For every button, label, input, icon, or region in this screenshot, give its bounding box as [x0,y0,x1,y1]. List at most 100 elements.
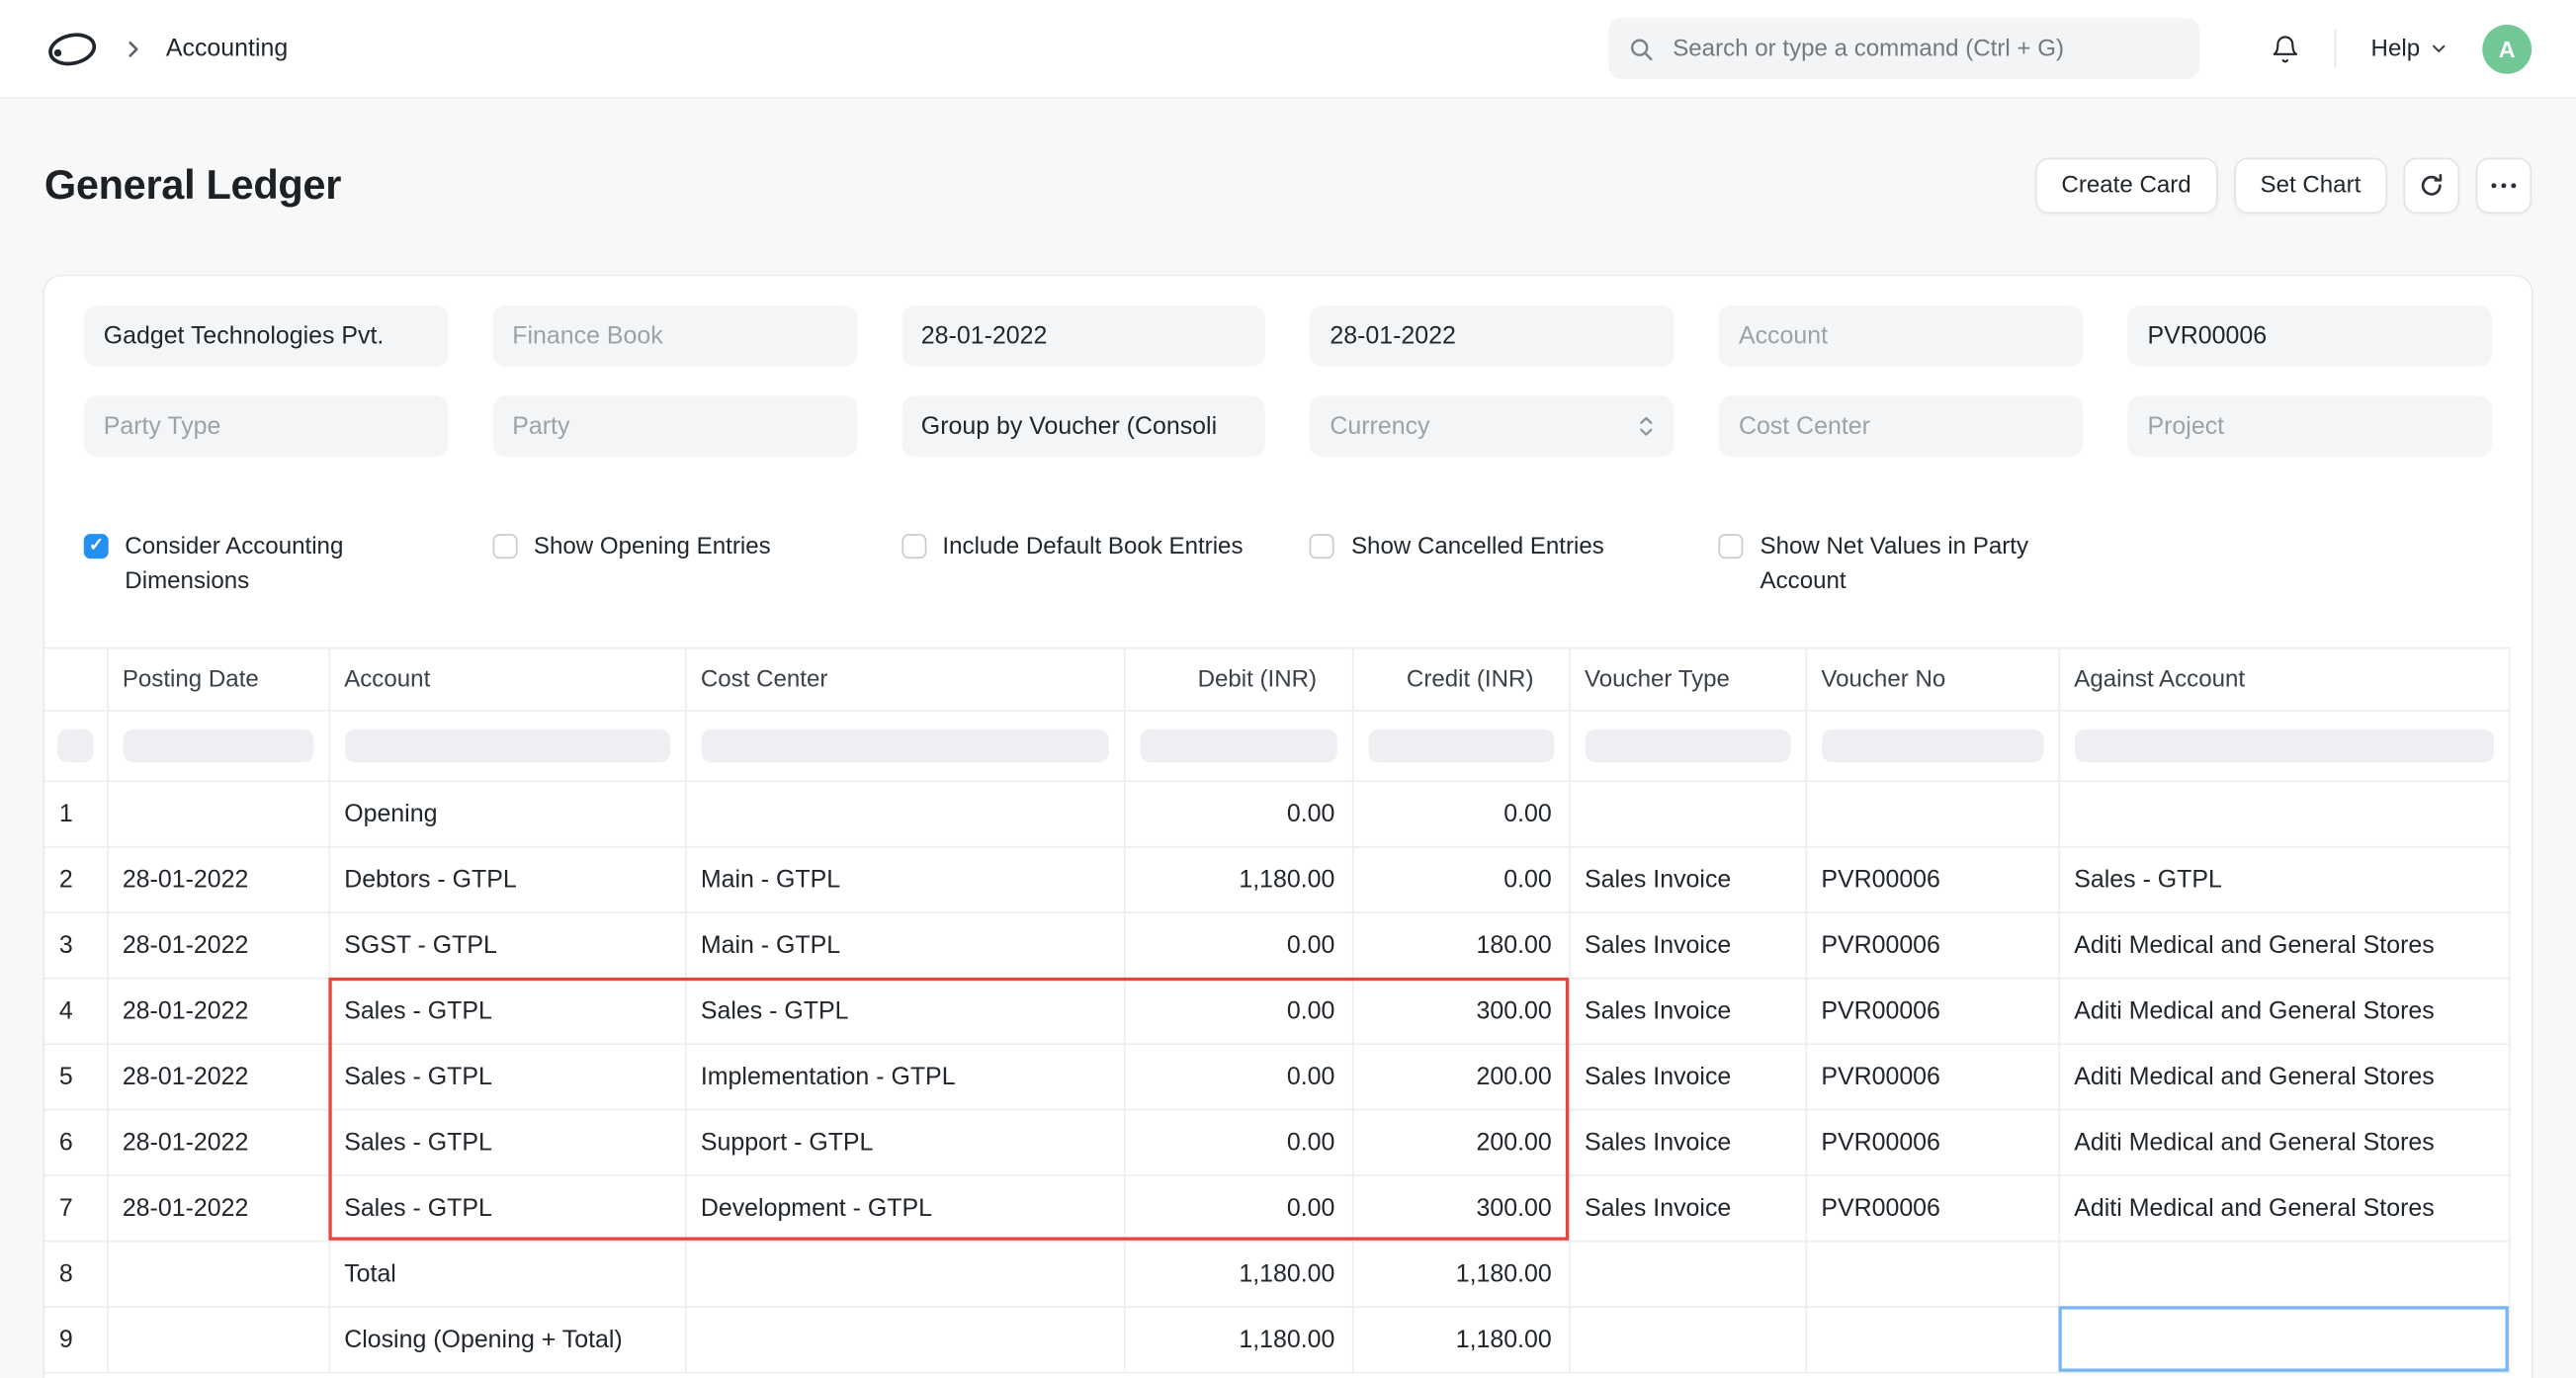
cell-posting-date[interactable]: 28-01-2022 [107,1175,328,1241]
cell-account[interactable]: Opening [328,782,685,847]
cell-posting-date[interactable]: 28-01-2022 [107,913,328,979]
company-filter[interactable] [84,305,449,366]
cell-credit[interactable]: 200.00 [1352,1044,1569,1109]
column-header-account[interactable]: Account [328,648,685,711]
cell-voucher-type[interactable]: Sales Invoice [1569,1110,1805,1175]
help-menu[interactable]: Help [2371,36,2448,62]
cell-voucher-type[interactable] [1569,782,1805,847]
app-logo-icon[interactable] [44,27,101,69]
cell-against-account[interactable]: Aditi Medical and General Stores [2058,913,2508,979]
cell-debit[interactable]: 0.00 [1124,782,1352,847]
user-avatar[interactable]: A [2482,24,2532,73]
column-header-voucher-no[interactable]: Voucher No [1806,648,2059,711]
checkbox-box[interactable] [492,534,517,559]
column-filter-input[interactable] [2074,730,2493,762]
to-date-filter[interactable] [1310,305,1674,366]
checkbox-show-net-values-in-party-account[interactable]: Show Net Values in Party Account [1719,531,2084,598]
voucher-no-filter[interactable] [2128,305,2493,366]
cell-debit[interactable]: 1,180.00 [1124,847,1352,912]
cell-credit[interactable]: 300.00 [1352,979,1569,1044]
cell-against-account[interactable] [2058,782,2508,847]
column-filter-input[interactable] [1585,730,1790,762]
breadcrumb[interactable]: Accounting [166,35,288,62]
cell-against-account[interactable]: Aditi Medical and General Stores [2058,1175,2508,1241]
cell-voucher-type[interactable]: Sales Invoice [1569,1044,1805,1109]
cell-posting-date[interactable]: 28-01-2022 [107,979,328,1044]
cell-credit[interactable]: 0.00 [1352,782,1569,847]
cell-voucher-no[interactable] [1806,1307,2059,1372]
column-filter-input[interactable] [701,730,1108,762]
cell-cost-center[interactable] [685,1307,1124,1372]
cell-account[interactable]: SGST - GTPL [328,913,685,979]
cell-cost-center[interactable]: Implementation - GTPL [685,1044,1124,1109]
cell-voucher-no[interactable] [1806,1242,2059,1307]
checkbox-box[interactable] [84,534,109,559]
cell-credit[interactable]: 1,180.00 [1352,1242,1569,1307]
cell-voucher-no[interactable]: PVR00006 [1806,1044,2059,1109]
column-filter-input[interactable] [344,730,669,762]
cell-voucher-type[interactable] [1569,1307,1805,1372]
cell-voucher-type[interactable]: Sales Invoice [1569,847,1805,912]
party-filter[interactable] [492,396,857,457]
column-header-debit[interactable]: Debit (INR) [1124,648,1352,711]
cell-account[interactable]: Debtors - GTPL [328,847,685,912]
cell-voucher-no[interactable]: PVR00006 [1806,1110,2059,1175]
cell-against-account[interactable]: Sales - GTPL [2058,847,2508,912]
cost-center-filter[interactable] [1719,396,2084,457]
checkbox-box[interactable] [1719,534,1744,559]
group-by-filter[interactable] [902,396,1266,457]
cell-posting-date[interactable]: 28-01-2022 [107,1044,328,1109]
cell-cost-center[interactable] [685,782,1124,847]
more-menu-button[interactable] [2476,158,2533,215]
cell-posting-date[interactable] [107,1307,328,1372]
cell-credit[interactable]: 300.00 [1352,1175,1569,1241]
cell-voucher-no[interactable] [1806,782,2059,847]
cell-voucher-type[interactable] [1569,1242,1805,1307]
column-filter-input[interactable] [1368,730,1554,762]
column-filter-input[interactable] [1140,730,1336,762]
cell-account[interactable]: Closing (Opening + Total) [328,1307,685,1372]
cell-debit[interactable]: 0.00 [1124,913,1352,979]
cell-posting-date[interactable]: 28-01-2022 [107,1110,328,1175]
checkbox-show-opening-entries[interactable]: Show Opening Entries [492,531,857,598]
column-header-cost-center[interactable]: Cost Center [685,648,1124,711]
cell-credit[interactable]: 200.00 [1352,1110,1569,1175]
checkbox-box[interactable] [1310,534,1334,559]
cell-debit[interactable]: 0.00 [1124,1044,1352,1109]
party-type-filter[interactable] [84,396,449,457]
cell-account[interactable]: Sales - GTPL [328,1044,685,1109]
global-search[interactable] [1608,18,2199,78]
cell-cost-center[interactable]: Development - GTPL [685,1175,1124,1241]
cell-account[interactable]: Sales - GTPL [328,979,685,1044]
column-header-credit[interactable]: Credit (INR) [1352,648,1569,711]
cell-debit[interactable]: 1,180.00 [1124,1242,1352,1307]
cell-debit[interactable]: 1,180.00 [1124,1307,1352,1372]
cell-cost-center[interactable]: Support - GTPL [685,1110,1124,1175]
account-filter[interactable] [1719,305,2084,366]
cell-cost-center[interactable]: Main - GTPL [685,913,1124,979]
finance-book-filter[interactable] [492,305,857,366]
column-header-posting-date[interactable]: Posting Date [107,648,328,711]
search-input[interactable] [1670,34,2181,63]
cell-posting-date[interactable] [107,1242,328,1307]
refresh-button[interactable] [2404,158,2460,215]
cell-voucher-no[interactable]: PVR00006 [1806,1175,2059,1241]
cell-credit[interactable]: 180.00 [1352,913,1569,979]
notifications-bell-icon[interactable] [2271,34,2300,63]
cell-account[interactable]: Sales - GTPL [328,1110,685,1175]
cell-posting-date[interactable] [107,782,328,847]
cell-voucher-type[interactable]: Sales Invoice [1569,1175,1805,1241]
cell-cost-center[interactable]: Sales - GTPL [685,979,1124,1044]
cell-account[interactable]: Total [328,1242,685,1307]
cell-against-account[interactable] [2058,1242,2508,1307]
cell-debit[interactable]: 0.00 [1124,979,1352,1044]
cell-debit[interactable]: 0.00 [1124,1175,1352,1241]
project-filter[interactable] [2128,396,2493,457]
column-header-against-account[interactable]: Against Account [2058,648,2508,711]
cell-cost-center[interactable] [685,1242,1124,1307]
column-filter-input[interactable] [57,730,94,762]
checkbox-show-cancelled-entries[interactable]: Show Cancelled Entries [1310,531,1674,598]
checkbox-include-default-book-entries[interactable]: Include Default Book Entries [902,531,1266,598]
checkbox-box[interactable] [902,534,926,559]
cell-cost-center[interactable]: Main - GTPL [685,847,1124,912]
